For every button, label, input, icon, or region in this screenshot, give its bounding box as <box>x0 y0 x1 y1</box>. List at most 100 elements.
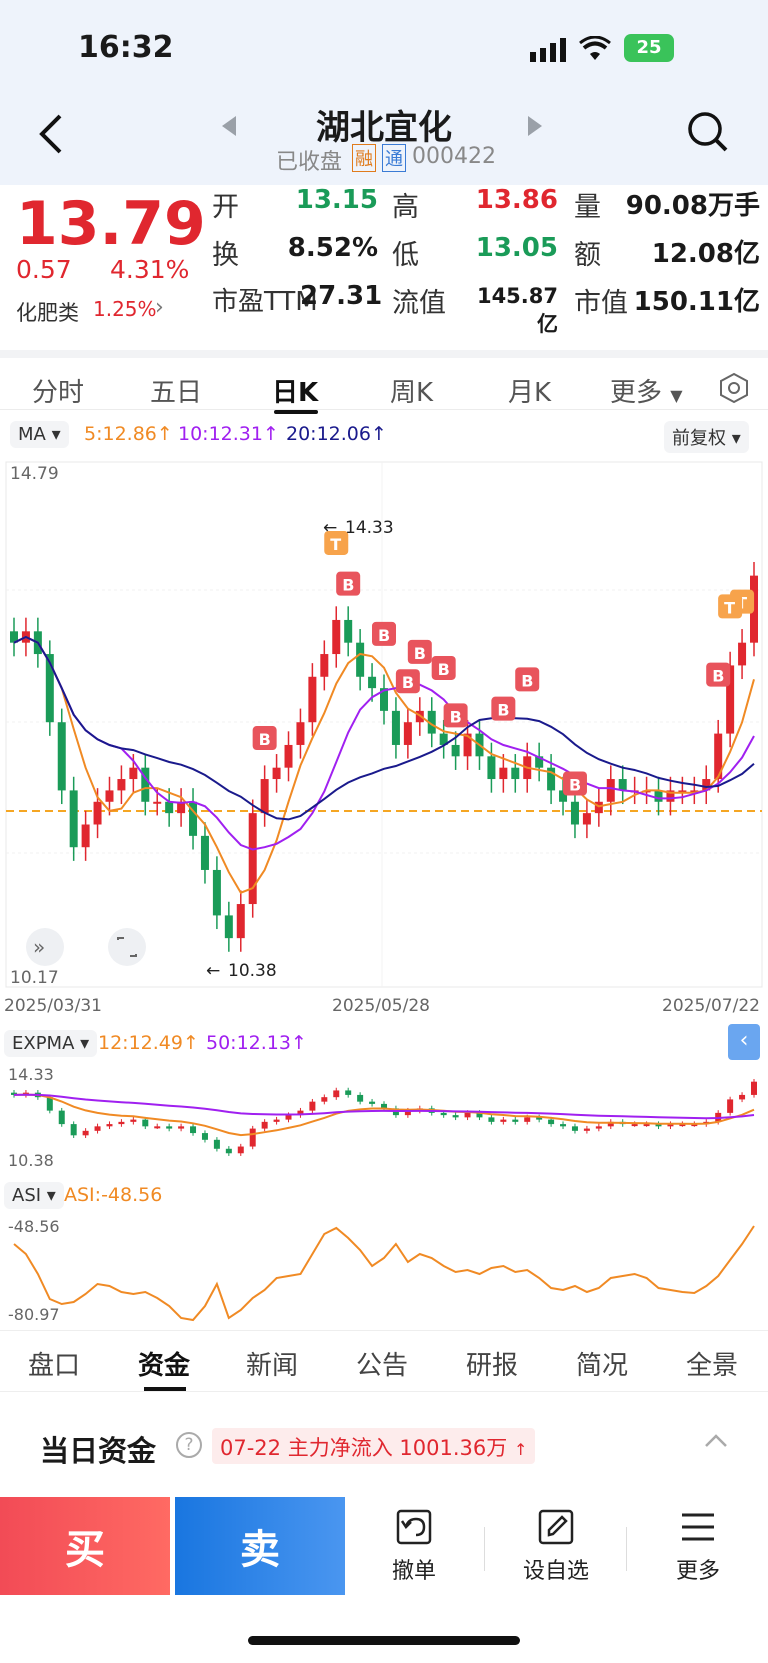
tab-announcements[interactable]: 公告 <box>356 1345 408 1382</box>
caret-down-icon: ▼ <box>670 386 683 405</box>
tab-weekly-k[interactable]: 周K <box>390 372 433 409</box>
candle <box>332 619 341 655</box>
detail-tab-indicator <box>144 1387 186 1391</box>
stat-label-amount: 额 <box>574 240 601 271</box>
y-min-label: 10.17 <box>10 968 59 988</box>
chevron-right-icon[interactable]: › <box>155 295 164 320</box>
asi-selector[interactable]: ASI ▾ <box>4 1182 64 1209</box>
expma-candle <box>512 1119 519 1122</box>
fullscreen-icon[interactable] <box>108 928 146 966</box>
help-icon[interactable]: ? <box>176 1432 202 1458</box>
stat-label-float-cap: 流值 <box>392 288 446 319</box>
candle <box>356 642 365 677</box>
candle <box>570 801 579 825</box>
trade-marker-label: T <box>724 598 735 617</box>
ema12-value: 12:12.49↑ <box>98 1032 199 1054</box>
kline-chart[interactable]: BBBBBBBBBBBTTT 14.79 10.17 ← 14.33 ← 10.… <box>0 460 768 1020</box>
tab-pankou[interactable]: 盘口 <box>28 1345 80 1382</box>
edit-icon <box>538 1509 574 1545</box>
wifi-icon <box>578 35 612 66</box>
funds-title: 当日资金 <box>40 1434 157 1468</box>
tab-news[interactable]: 新闻 <box>246 1345 298 1382</box>
asi-line <box>13 1225 755 1322</box>
candle <box>296 722 305 745</box>
expma-selector[interactable]: EXPMA ▾ <box>4 1030 98 1057</box>
add-watchlist-label: 设自选 <box>522 1559 589 1584</box>
low-marker-arrow: ← <box>206 961 220 981</box>
sell-button[interactable]: 卖 <box>175 1497 345 1595</box>
expma-candle <box>739 1094 746 1100</box>
tab-more[interactable]: 更多 ▼ <box>610 372 683 409</box>
expma-candle <box>369 1101 376 1104</box>
candle <box>606 779 615 802</box>
tab-daily-k[interactable]: 日K <box>272 372 318 409</box>
asi-bottom-label: -80.97 <box>8 1305 60 1324</box>
high-marker: 14.33 <box>345 518 394 538</box>
tab-research[interactable]: 研报 <box>466 1345 518 1382</box>
stat-amount: 12.08亿 <box>651 239 760 269</box>
battery-icon: 25 <box>624 34 674 62</box>
tab-fenshi[interactable]: 分时 <box>32 372 84 409</box>
candle <box>511 767 520 780</box>
expma-candle <box>70 1124 77 1136</box>
rong-badge: 融 <box>352 144 376 172</box>
price-change-pct: 4.31% <box>110 255 190 284</box>
expma-candle <box>560 1124 567 1127</box>
asi-value: ASI:-48.56 <box>64 1184 163 1206</box>
stock-code: 000422 <box>412 144 496 169</box>
divider <box>626 1527 627 1571</box>
expma-chart[interactable]: 14.33 10.38 <box>0 1060 768 1170</box>
tab-zijin[interactable]: 资金 <box>138 1345 190 1382</box>
ma-selector[interactable]: MA ▾ <box>10 421 69 448</box>
candle <box>212 869 221 916</box>
next-stock-icon[interactable] <box>528 116 544 140</box>
tong-badge: 通 <box>382 144 406 172</box>
candle <box>499 767 508 780</box>
expma-candle <box>190 1126 197 1134</box>
expma-candle <box>631 1124 638 1127</box>
tab-overview[interactable]: 全景 <box>686 1345 738 1382</box>
collapse-panel-icon[interactable]: ‹ <box>728 1024 760 1060</box>
expma-candle <box>249 1128 256 1147</box>
expand-icon[interactable]: » <box>26 928 64 966</box>
date-mid: 2025/05/28 <box>332 996 430 1016</box>
expma-candle <box>46 1097 53 1111</box>
tab-five-day[interactable]: 五日 <box>150 372 202 409</box>
settings-hexagon-icon[interactable] <box>718 372 750 408</box>
candle <box>153 801 162 804</box>
buy-marker-label: B <box>497 701 509 720</box>
candle <box>284 744 293 768</box>
expma-candle <box>142 1119 149 1127</box>
expma-candle <box>488 1117 495 1122</box>
candle <box>260 779 269 814</box>
ma5-value: 5:12.86↑ <box>84 423 173 445</box>
stat-turnover: 8.52% <box>287 233 378 263</box>
buy-button[interactable]: 买 <box>0 1497 170 1595</box>
tab-profile[interactable]: 简况 <box>576 1345 628 1382</box>
candle <box>344 619 353 643</box>
adjust-selector[interactable]: 前复权 ▾ <box>664 421 749 453</box>
expma-candle <box>571 1126 578 1131</box>
up-arrow-icon: ↑ <box>513 1440 528 1459</box>
chart-tab-bar: 分时 五日 日K 周K 月K 更多 ▼ <box>0 350 768 414</box>
candle <box>320 654 329 677</box>
sector-pct[interactable]: 1.25% <box>93 297 157 321</box>
stat-label-open: 开 <box>212 192 239 223</box>
candle <box>272 767 281 780</box>
more-actions-button[interactable]: 更多 <box>648 1507 748 1585</box>
expma-candle <box>643 1124 650 1127</box>
candle <box>81 824 90 848</box>
candle <box>654 790 663 802</box>
search-icon[interactable] <box>686 110 730 158</box>
cancel-order-button[interactable]: 撤单 <box>364 1507 464 1585</box>
stat-label-turnover: 换 <box>212 240 239 271</box>
expma-candle <box>452 1115 459 1118</box>
sector-name[interactable]: 化肥类 <box>16 297 79 327</box>
tab-monthly-k[interactable]: 月K <box>508 372 551 409</box>
stat-label-high: 高 <box>392 192 419 223</box>
add-watchlist-button[interactable]: 设自选 <box>506 1507 606 1585</box>
chevron-up-icon[interactable] <box>704 1432 728 1452</box>
candle <box>368 676 377 689</box>
asi-chart[interactable]: -48.56 -80.97 <box>0 1210 768 1328</box>
stat-float-cap: 145.87亿 <box>476 284 558 336</box>
